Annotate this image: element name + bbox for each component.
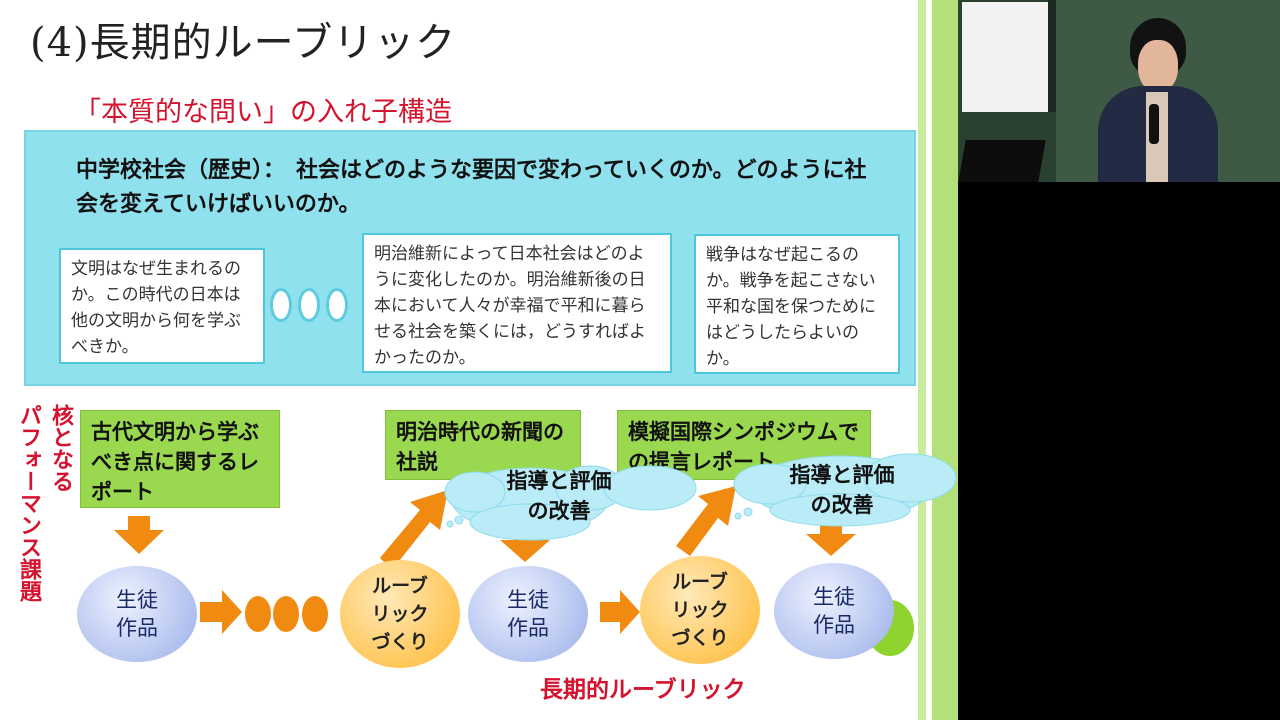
- rubric-circle-2: ルーブリックづくり: [640, 556, 760, 664]
- slide: (4)長期的ルーブリック 「本質的な問い」の入れ子構造 中学校社会（歴史）： 社…: [0, 0, 958, 720]
- ellipsis-dot: [245, 596, 271, 632]
- screen-frame: [1048, 0, 1056, 112]
- laptop: [958, 140, 1046, 182]
- student-work-circle-2: 生徒作品: [468, 566, 588, 662]
- ellipsis-dot: [302, 596, 328, 632]
- student-work-circle-3: 生徒作品: [774, 563, 894, 659]
- student-work-label: 生徒作品: [116, 588, 158, 640]
- student-work-label: 生徒作品: [813, 585, 855, 637]
- speaker-video: [958, 0, 1280, 182]
- rubric-circle-1: ルーブリックづくり: [340, 560, 460, 668]
- microphone: [1149, 104, 1159, 144]
- student-work-label: 生徒作品: [507, 588, 549, 640]
- student-work-circle-1: 生徒作品: [77, 566, 197, 662]
- rubric-label: ルーブリックづくり: [671, 571, 729, 649]
- cloud-text-2: 指導と評価の改善: [789, 463, 895, 517]
- cloud-text-1: 指導と評価の改善: [506, 469, 612, 523]
- projector-screen: [962, 2, 1048, 112]
- ellipsis-dot: [273, 596, 299, 632]
- long-term-rubric-label: 長期的ルーブリック: [540, 677, 746, 703]
- rubric-label: ルーブリックづくり: [371, 575, 429, 653]
- speaker-face: [1138, 40, 1178, 92]
